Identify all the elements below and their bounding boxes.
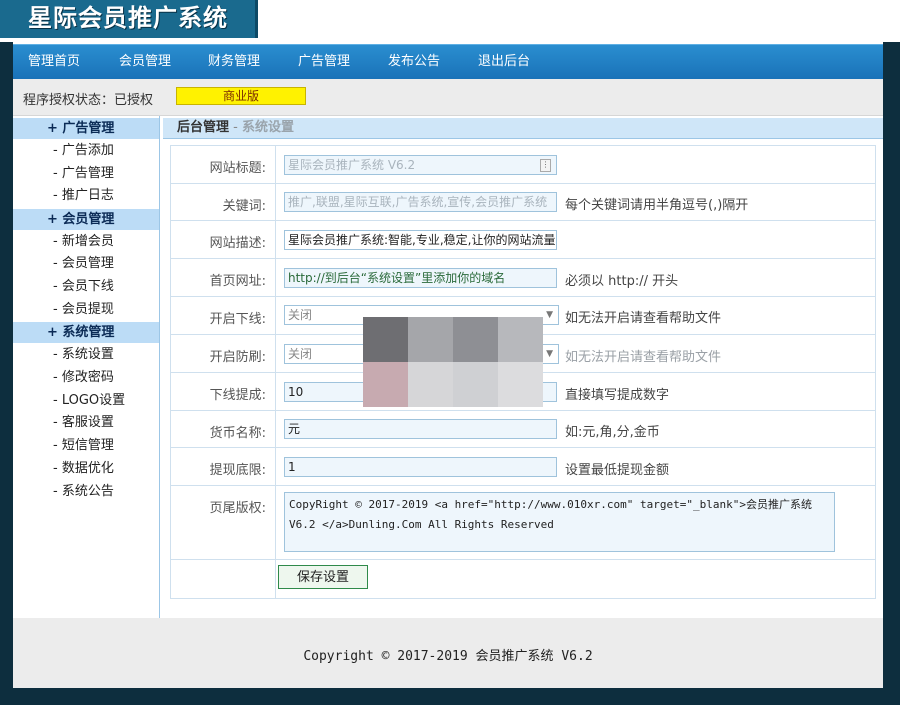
nav-ads[interactable]: 广告管理 [298,45,350,79]
sidebar-item-member-withdraw[interactable]: - 会员提现 [53,300,114,320]
admin-frame: 管理首页 会员管理 财务管理 广告管理 发布公告 退出后台 程序授权状态：已授权… [13,42,883,688]
keywords-input[interactable]: 推广,联盟,星际互联,广告系统,宣传,会员推广系统 [284,192,557,212]
nav-announcements[interactable]: 发布公告 [388,45,440,79]
currency-hint: 如:元,角,分,金币 [565,425,660,440]
keywords-hint: 每个关键词请用半角逗号(,)隔开 [565,198,749,213]
sidebar-item-service-settings[interactable]: - 客服设置 [53,413,114,433]
home-url-hint: 必须以 http:// 开头 [565,274,679,289]
home-url-input[interactable]: http://到后台“系统设置”里添加你的域名 [284,268,557,288]
sidebar-item-system-announcement[interactable]: - 系统公告 [53,482,114,502]
downline-commission-hint: 直接填写提成数字 [565,388,670,403]
form-row-footer-copyright: 页尾版权: CopyRight © 2017-2019 <a href="htt… [171,486,875,560]
form-row-keywords: 关键词: 推广,联盟,星际互联,广告系统,宣传,会员推广系统 每个关键词请用半角… [171,184,875,221]
footer-copyright: Copyright © 2017-2019 会员推广系统 V6.2 [303,649,593,664]
enable-downline-hint: 如无法开启请查看帮助文件 [565,311,722,326]
chevron-down-icon: ▼ [546,310,553,320]
breadcrumb-current: 系统设置 [241,120,294,135]
downline-commission-label: 下线提成: [209,388,266,403]
nav-logout[interactable]: 退出后台 [478,45,530,79]
currency-input[interactable]: 元 [284,419,557,439]
form-row-min-withdraw: 提现底限: 1 设置最低提现金额 [171,448,875,486]
min-withdraw-hint: 设置最低提现金额 [565,463,670,478]
min-withdraw-input[interactable]: 1 [284,457,557,477]
edition-badge: 商业版 [176,87,306,105]
sidebar-section-system[interactable]: + 系统管理 [13,322,159,343]
min-withdraw-label: 提现底限: [209,463,266,478]
anti-refresh-value: 关闭 [288,347,313,361]
sidebar-item-change-password[interactable]: - 修改密码 [53,368,114,388]
enable-downline-value: 关闭 [288,308,313,322]
footer: Copyright © 2017-2019 会员推广系统 V6.2 [13,618,883,688]
sidebar-section-members[interactable]: + 会员管理 [13,209,159,230]
breadcrumb-root: 后台管理 [177,120,230,135]
breadcrumb-separator: - [229,120,242,135]
sidebar-item-new-member[interactable]: - 新增会员 [53,232,114,252]
sidebar-item-system-settings[interactable]: - 系统设置 [53,345,114,365]
nav-home[interactable]: 管理首页 [28,45,80,79]
license-status-label: 程序授权状态：已授权 [23,93,154,108]
sidebar-item-sms-management[interactable]: - 短信管理 [53,436,114,456]
sidebar-item-ad-management[interactable]: - 广告管理 [53,164,114,184]
enable-downline-label: 开启下线: [209,312,266,327]
form-row-site-title: 网站标题: 星际会员推广系统 V6.2 ⋮ [171,146,875,184]
sidebar-item-member-downline[interactable]: - 会员下线 [53,277,114,297]
nav-members[interactable]: 会员管理 [119,45,171,79]
anti-refresh-label: 开启防刷: [209,350,266,365]
sidebar-item-logo-settings[interactable]: - LOGO设置 [53,391,125,411]
sidebar: + 广告管理 - 广告添加 - 广告管理 - 推广日志 + 会员管理 - 新增会… [13,116,160,618]
mosaic-overlay [363,317,544,408]
sidebar-section-ads[interactable]: + 广告管理 [13,118,159,139]
currency-label: 货币名称: [209,426,266,441]
keywords-label: 关键词: [222,199,266,214]
nav-finance[interactable]: 财务管理 [208,45,260,79]
header-banner: 星际会员推广系统 [0,0,900,42]
site-title-input[interactable]: 星际会员推广系统 V6.2 [284,155,557,175]
footer-copyright-textarea[interactable]: CopyRight © 2017-2019 <a href="http://ww… [284,492,835,552]
top-nav: 管理首页 会员管理 财务管理 广告管理 发布公告 退出后台 [13,44,883,79]
description-input[interactable]: 星际会员推广系统:智能,专业,稳定,让你的网站流量更 [284,230,557,250]
sidebar-item-data-optimization[interactable]: - 数据优化 [53,459,114,479]
site-title-label: 网站标题: [209,161,266,176]
sidebar-item-member-management[interactable]: - 会员管理 [53,254,114,274]
anti-refresh-hint: 如无法开启请查看帮助文件 [565,350,722,365]
license-status-bar: 程序授权状态：已授权 商业版 [13,79,883,116]
app-logo: 星际会员推广系统 [0,0,258,38]
form-row-actions [171,560,875,598]
description-label: 网站描述: [209,236,266,251]
form-row-home-url: 首页网址: http://到后台“系统设置”里添加你的域名 必须以 http:/… [171,259,875,297]
form-row-description: 网站描述: 星际会员推广系统:智能,专业,稳定,让你的网站流量更 [171,221,875,259]
input-picker-icon[interactable]: ⋮ [540,159,551,172]
sidebar-item-promo-log[interactable]: - 推广日志 [53,186,114,206]
footer-copyright-label: 页尾版权: [209,501,266,516]
home-url-label: 首页网址: [209,274,266,289]
chevron-down-icon: ▼ [546,349,553,359]
form-row-currency: 货币名称: 元 如:元,角,分,金币 [171,411,875,448]
save-settings-button[interactable]: 保存设置 [278,565,368,589]
breadcrumb: 后台管理 - 系统设置 [163,118,883,139]
sidebar-item-add-ad[interactable]: - 广告添加 [53,141,114,161]
